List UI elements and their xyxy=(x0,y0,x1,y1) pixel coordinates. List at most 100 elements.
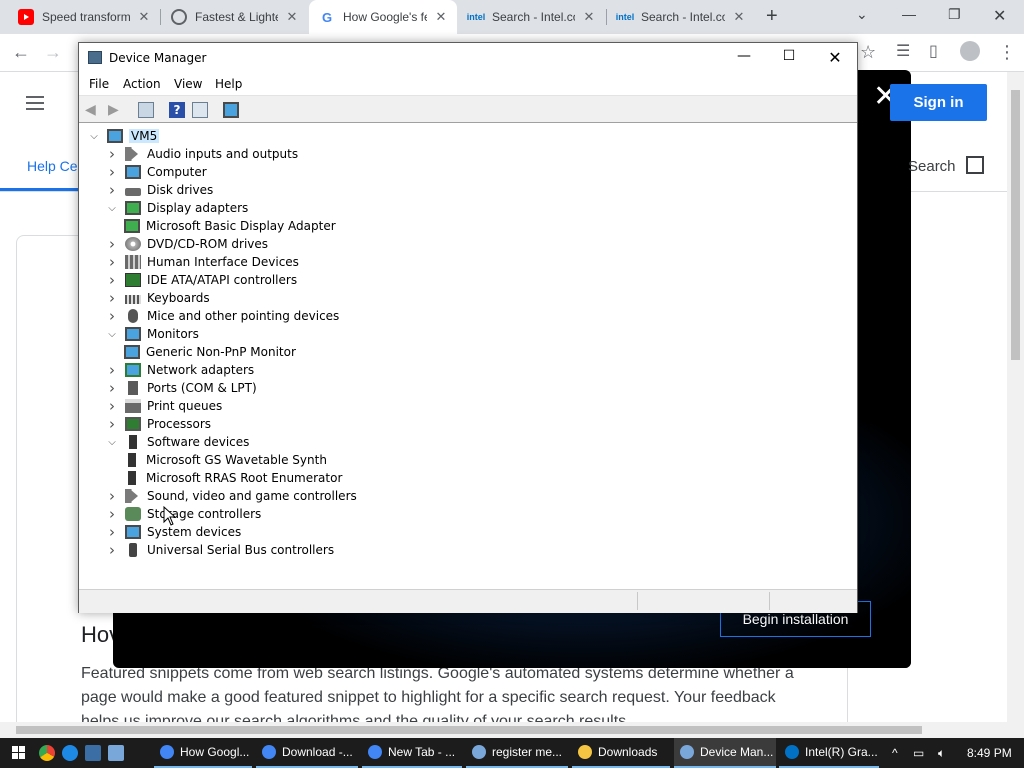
expand-chevron-icon[interactable]: › xyxy=(105,415,119,433)
help-center-tab[interactable]: Help Ce xyxy=(27,158,78,174)
tree-root[interactable]: ⌵ VM5 xyxy=(87,127,160,145)
tree-device[interactable]: Microsoft RRAS Root Enumerator xyxy=(124,469,342,487)
tree-category[interactable]: ⌵ Software devices xyxy=(105,433,249,451)
expand-chevron-icon[interactable]: › xyxy=(105,271,119,289)
profile-avatar-icon[interactable] xyxy=(960,41,980,61)
menu-view[interactable]: View xyxy=(174,77,202,91)
close-icon[interactable]: ✕ xyxy=(731,9,747,25)
expand-chevron-icon[interactable]: › xyxy=(105,163,119,181)
search-link[interactable]: Search xyxy=(908,158,956,175)
window-titlebar[interactable]: Device Manager — ☐ ✕ xyxy=(79,43,857,73)
reading-list-icon[interactable]: ☰ xyxy=(896,42,910,62)
expand-chevron-icon[interactable]: › xyxy=(105,487,119,505)
scan-hardware-icon[interactable] xyxy=(223,102,239,118)
tree-category[interactable]: › Sound, video and game controllers xyxy=(105,487,357,505)
expand-chevron-icon[interactable]: › xyxy=(105,361,119,379)
more-menu-icon[interactable]: ⋮ xyxy=(998,42,1016,62)
expand-chevron-icon[interactable]: › xyxy=(105,541,119,559)
tree-category[interactable]: › IDE ATA/ATAPI controllers xyxy=(105,271,297,289)
close-icon[interactable]: ✕ xyxy=(581,9,597,25)
expand-chevron-icon[interactable]: › xyxy=(105,307,119,325)
expand-chevron-icon[interactable]: › xyxy=(105,379,119,397)
expand-chevron-icon[interactable]: › xyxy=(105,505,119,523)
taskbar-app-button[interactable]: Download -... xyxy=(256,738,358,768)
expand-chevron-icon[interactable]: › xyxy=(105,235,119,253)
tree-category[interactable]: › Disk drives xyxy=(105,181,213,199)
menu-file[interactable]: File xyxy=(89,77,109,91)
tree-category[interactable]: › DVD/CD-ROM drives xyxy=(105,235,268,253)
expand-chevron-icon[interactable]: › xyxy=(105,253,119,271)
close-icon[interactable]: ✕ xyxy=(136,9,152,25)
windows-start-icon[interactable] xyxy=(12,746,26,760)
minimize-icon[interactable]: — xyxy=(902,6,916,22)
scrollbar-thumb[interactable] xyxy=(16,726,922,734)
chrome-pinned-icon[interactable] xyxy=(39,745,55,761)
edge-pinned-icon[interactable] xyxy=(62,745,78,761)
tree-category[interactable]: › Processors xyxy=(105,415,211,433)
tree-device[interactable]: Microsoft GS Wavetable Synth xyxy=(124,451,327,469)
minimize-icon[interactable]: — xyxy=(729,48,759,64)
tree-category[interactable]: › Storage controllers xyxy=(105,505,261,523)
tree-category[interactable]: › Keyboards xyxy=(105,289,210,307)
external-link-icon[interactable] xyxy=(966,156,984,174)
back-arrow-icon[interactable]: ← xyxy=(12,42,30,62)
forward-arrow-icon[interactable]: → xyxy=(44,42,62,62)
tree-category[interactable]: › Computer xyxy=(105,163,207,181)
taskbar-app-button[interactable]: Device Man... xyxy=(674,738,776,768)
tree-category[interactable]: › Ports (COM & LPT) xyxy=(105,379,257,397)
system-clock[interactable]: 8:49 PM xyxy=(967,746,1012,760)
tree-device[interactable]: Microsoft Basic Display Adapter xyxy=(124,217,336,235)
network-icon[interactable]: ▭ xyxy=(913,746,924,760)
forward-arrow-icon[interactable]: ▶ xyxy=(108,102,124,118)
taskbar-app-button[interactable]: Intel(R) Gra... xyxy=(779,738,879,768)
taskbar-app-button[interactable]: New Tab - ... xyxy=(362,738,462,768)
horizontal-scrollbar[interactable] xyxy=(0,722,1008,738)
tree-category[interactable]: › Audio inputs and outputs xyxy=(105,145,298,163)
close-window-icon[interactable]: ✕ xyxy=(993,6,1006,26)
help-icon[interactable]: ? xyxy=(169,102,185,118)
tree-category[interactable]: ⌵ Display adapters xyxy=(105,199,248,217)
tree-category[interactable]: › Human Interface Devices xyxy=(105,253,299,271)
expand-chevron-icon[interactable]: › xyxy=(105,289,119,307)
browser-tab-active[interactable]: G How Google's featured ✕ xyxy=(309,0,457,34)
expand-chevron-icon[interactable]: › xyxy=(105,397,119,415)
maximize-icon[interactable]: ☐ xyxy=(774,48,804,64)
tab-search-chevron-icon[interactable]: ⌄ xyxy=(856,6,868,23)
expand-chevron-icon[interactable]: › xyxy=(105,145,119,163)
collapse-chevron-icon[interactable]: ⌵ xyxy=(105,203,119,214)
browser-tab[interactable]: Fastest & Lightest ✕ xyxy=(161,0,308,34)
hamburger-menu-icon[interactable] xyxy=(26,96,44,114)
browser-tab[interactable]: intel Search - Intel.com ✕ xyxy=(607,0,755,34)
taskbar-app-button[interactable]: register me... xyxy=(466,738,568,768)
close-icon[interactable]: ✕ xyxy=(284,9,300,25)
view-icon[interactable] xyxy=(192,102,208,118)
restore-icon[interactable]: ❐ xyxy=(948,6,961,23)
expand-chevron-icon[interactable]: › xyxy=(105,523,119,541)
tree-category[interactable]: › Universal Serial Bus controllers xyxy=(105,541,334,559)
browser-tab[interactable]: intel Search - Intel.com ✕ xyxy=(458,0,605,34)
close-icon[interactable]: ✕ xyxy=(433,9,449,25)
back-arrow-icon[interactable]: ◀ xyxy=(85,102,101,118)
tree-category[interactable]: › Network adapters xyxy=(105,361,254,379)
collapse-chevron-icon[interactable]: ⌵ xyxy=(87,131,101,142)
vertical-scrollbar[interactable] xyxy=(1007,72,1024,738)
tree-category[interactable]: › Print queues xyxy=(105,397,222,415)
collapse-chevron-icon[interactable]: ⌵ xyxy=(105,329,119,340)
sign-in-button[interactable]: Sign in xyxy=(890,84,987,121)
side-panel-icon[interactable]: ▯ xyxy=(929,42,938,62)
tree-category[interactable]: › Mice and other pointing devices xyxy=(105,307,339,325)
bookmark-star-icon[interactable]: ☆ xyxy=(860,42,876,62)
explorer-pinned-icon[interactable] xyxy=(85,745,101,761)
close-icon[interactable]: ✕ xyxy=(820,48,850,67)
browser-tab[interactable]: Speed transformation ✕ xyxy=(8,0,160,34)
taskbar-app-button[interactable]: Downloads xyxy=(572,738,670,768)
collapse-chevron-icon[interactable]: ⌵ xyxy=(105,437,119,448)
tree-device[interactable]: Generic Non-PnP Monitor xyxy=(124,343,296,361)
menu-action[interactable]: Action xyxy=(123,77,161,91)
new-tab-button[interactable]: + xyxy=(766,6,778,26)
taskbar-app-button[interactable]: How Googl... xyxy=(154,738,252,768)
app-pinned-icon[interactable] xyxy=(108,745,124,761)
properties-icon[interactable] xyxy=(138,102,154,118)
scrollbar-thumb[interactable] xyxy=(1011,90,1020,360)
tree-category[interactable]: ⌵ Monitors xyxy=(105,325,199,343)
